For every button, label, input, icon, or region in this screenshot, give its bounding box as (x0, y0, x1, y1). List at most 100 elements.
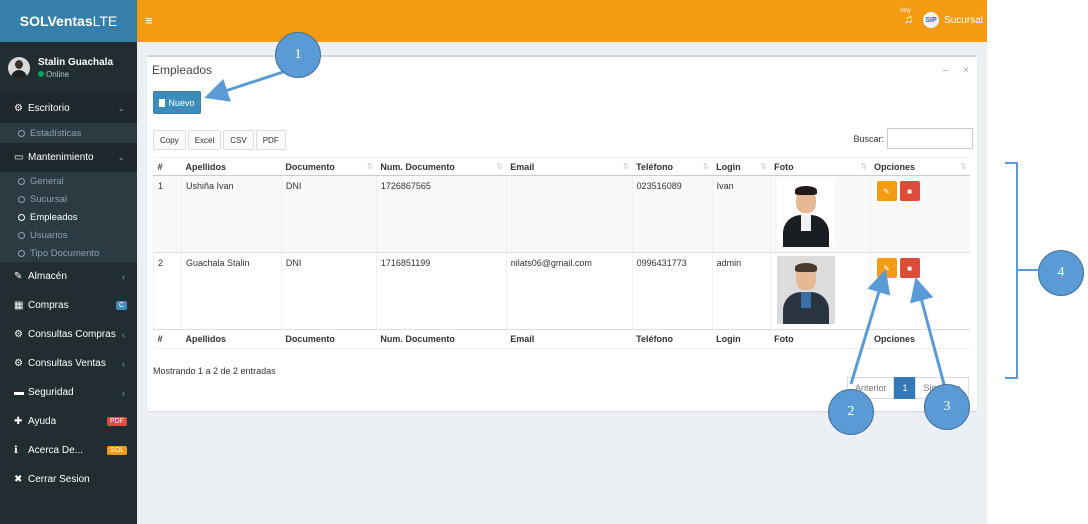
cell-email: nilats06@gmail.com (505, 252, 633, 330)
footer-apellidos: Apellidos (181, 329, 282, 349)
laptop-icon: ▭ (14, 152, 24, 163)
close-icon[interactable]: × (963, 65, 969, 76)
sidebar-item-usuarios[interactable]: Usuarios (0, 226, 137, 244)
bracket-4 (1005, 162, 1018, 379)
edit-button[interactable]: ✎ (876, 181, 897, 201)
col-header-documento[interactable]: Documento ⇅ (281, 157, 377, 176)
col-header-num[interactable]: # (153, 157, 182, 176)
sidebar-item-escritorio[interactable]: ⚙ Escritorio ⌄ (0, 94, 137, 123)
sub-item-label: Sucursal (30, 193, 67, 205)
info-icon: ℹ (14, 445, 18, 456)
sidebar-item-label: Cerrar Sesion (28, 474, 90, 485)
sidebar-item-mantenimiento[interactable]: ▭ Mantenimiento ⌄ (0, 143, 137, 172)
sub-item-label: General (30, 175, 64, 187)
csv-button[interactable]: CSV (223, 130, 254, 150)
annotation-marker-1: 1 (275, 32, 321, 78)
box-tools: – × (931, 65, 969, 76)
sidebar-item-label: Acerca De... (28, 445, 84, 456)
sub-item-label: Tipo Documento (30, 247, 100, 259)
cell-apellidos: Ushiña Ivan (180, 175, 282, 253)
edit-button[interactable]: ✎ (876, 258, 897, 278)
user-status-text: Online (46, 70, 70, 79)
new-employee-button[interactable]: Nuevo (153, 91, 201, 114)
bell-icon[interactable]: ♫ (904, 12, 913, 26)
cell-num: 1 (153, 175, 182, 253)
sucursal-menu[interactable]: Sucursal (944, 15, 983, 26)
user-panel: Stalin Guachala Online (0, 42, 137, 94)
sol-badge: SOL (106, 446, 127, 455)
excel-button[interactable]: Excel (187, 130, 222, 150)
dashboard-icon: ⚙ (14, 103, 23, 114)
brand-light-text: LTE (92, 13, 118, 29)
minimize-icon[interactable]: – (943, 65, 949, 76)
pencil-icon: ✎ (883, 186, 890, 196)
empleados-box: Empleados – × Nuevo Copy Excel CSV PDF B… (147, 55, 977, 411)
footer-email: Email (506, 329, 633, 349)
search-input[interactable] (887, 128, 973, 149)
table-header-row: # Apellidos Documento ⇅ Num. Documento ⇅ E… (153, 157, 970, 176)
sub-item-label: Estadísticas (30, 127, 82, 139)
edit-icon: ✎ (14, 271, 23, 282)
plus-square-icon: ✚ (14, 416, 23, 427)
employees-table: # Apellidos Documento ⇅ Num. Documento ⇅ E… (153, 157, 970, 349)
table-row: 2 Guachala Stalin DNI 1716851199 nilats0… (153, 252, 970, 330)
circle-icon (18, 195, 25, 203)
avatar (8, 57, 30, 79)
chevron-left-icon: ‹ (122, 271, 125, 282)
sort-icon: ⇅ (702, 162, 710, 171)
sidebar-item-label: Ayuda (28, 416, 57, 427)
close-icon: ✖ (14, 474, 23, 485)
brand-logo[interactable]: SOLVentas LTE (0, 0, 137, 42)
sidebar-item-estadisticas[interactable]: Estadísticas (0, 123, 137, 143)
trash-icon: ■ (907, 263, 912, 273)
col-header-login[interactable]: Login ⇅ (712, 157, 771, 176)
box-title: Empleados (152, 63, 213, 77)
user-name: Stalin Guachala (38, 57, 114, 68)
sidebar-item-label: Escritorio (28, 103, 70, 114)
circle-icon (18, 129, 25, 137)
sidebar-item-sucursal[interactable]: Sucursal (0, 190, 137, 208)
col-header-opciones[interactable]: Opciones ⇅ (870, 157, 970, 176)
export-buttons: Copy Excel CSV PDF (153, 130, 288, 150)
sidebar-item-consultas-ventas[interactable]: ⚙ Consultas Ventas ‹ (0, 349, 137, 378)
menu-toggle-icon[interactable]: ≡ (145, 13, 153, 28)
col-header-telefono[interactable]: Teléfono ⇅ (632, 157, 713, 176)
brand-bold-text: SOLVentas (19, 13, 93, 29)
col-header-email[interactable]: Email ⇅ (506, 157, 633, 176)
sidebar-item-seguridad[interactable]: ▬ Seguridad ‹ (0, 378, 137, 407)
sort-icon: ⇅ (860, 162, 868, 171)
sidebar-item-general[interactable]: General (0, 172, 137, 190)
sidebar-item-almacen[interactable]: ✎ Almacén ‹ (0, 262, 137, 291)
cell-email (505, 175, 633, 253)
col-header-apellidos[interactable]: Apellidos (181, 157, 282, 176)
delete-button[interactable]: ■ (899, 181, 920, 201)
employee-photo (776, 256, 835, 324)
sidebar-item-consultas-compras[interactable]: ⚙ Consultas Compras ‹ (0, 320, 137, 349)
sidebar-item-tipo-documento[interactable]: Tipo Documento (0, 244, 137, 262)
page-1-button[interactable]: 1 (894, 377, 916, 399)
file-icon (159, 98, 166, 107)
sidebar-item-acerca-de[interactable]: ℹ Acerca De... SOL (0, 436, 137, 465)
sidebar-item-empleados[interactable]: Empleados (0, 208, 137, 226)
sidebar-item-label: Compras (28, 300, 69, 311)
sidebar-item-ayuda[interactable]: ✚ Ayuda PDF (0, 407, 137, 436)
new-button-label: Nuevo (168, 97, 195, 108)
footer-opciones: Opciones (870, 329, 970, 349)
user-status: Online (38, 70, 113, 79)
folder-icon: ▬ (14, 387, 24, 398)
employee-photo (776, 179, 835, 247)
sidebar-item-label: Consultas Compras (28, 329, 116, 340)
sidebar-item-cerrar-sesion[interactable]: ✖ Cerrar Sesion (0, 465, 137, 494)
col-header-num-documento[interactable]: Num. Documento ⇅ (376, 157, 507, 176)
col-header-foto[interactable]: Foto ⇅ (770, 157, 871, 176)
cell-login: Ivan (711, 175, 771, 253)
settings-icon: ⚙ (14, 329, 23, 340)
delete-button[interactable]: ■ (899, 258, 920, 278)
copy-button[interactable]: Copy (153, 130, 186, 150)
pdf-button[interactable]: PDF (255, 130, 286, 150)
sidebar-item-label: Almacén (28, 271, 67, 282)
circle-icon (18, 213, 25, 221)
footer-documento: Documento (281, 329, 377, 349)
cell-opciones: ✎ ■ (869, 175, 970, 253)
sidebar-item-compras[interactable]: ▦ Compras C (0, 291, 137, 320)
